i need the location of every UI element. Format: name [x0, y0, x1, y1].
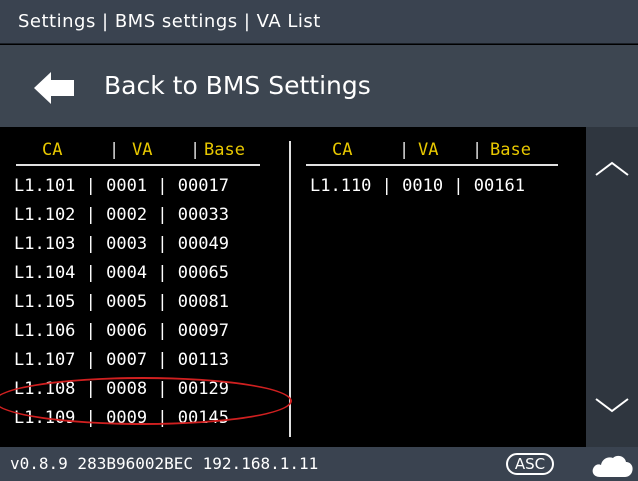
- header-underline: [16, 164, 260, 166]
- list-item[interactable]: L1.110 | 0010 | 00161: [310, 172, 525, 200]
- list-item[interactable]: L1.106 | 0006 | 00097: [14, 317, 229, 345]
- column-header-base: Base: [204, 140, 245, 160]
- list-item[interactable]: L1.109 | 0009 | 00145: [14, 404, 229, 432]
- device-info: v0.8.9 283B96002BEC 192.168.1.11: [10, 454, 319, 473]
- column-header-va: VA: [418, 140, 439, 160]
- status-bar: v0.8.9 283B96002BEC 192.168.1.11 ASC: [0, 447, 638, 481]
- column-divider: [289, 141, 291, 437]
- column-separator: |: [190, 140, 201, 160]
- column-separator: |: [109, 140, 120, 160]
- cloud-icon: [592, 455, 633, 477]
- column-header-va: VA: [132, 140, 153, 160]
- arrow-left-icon: [34, 72, 74, 104]
- back-button-label: Back to BMS Settings: [104, 71, 371, 100]
- breadcrumb-text: Settings | BMS settings | VA List: [18, 11, 321, 32]
- list-item[interactable]: L1.101 | 0001 | 00017: [14, 172, 229, 200]
- column-header-base: Base: [490, 140, 531, 160]
- va-list-screen: Settings | BMS settings | VA List Back t…: [0, 0, 638, 481]
- column-separator: |: [472, 140, 483, 160]
- scrollbar[interactable]: [586, 127, 638, 447]
- column-header-ca: CA: [42, 140, 63, 160]
- list-item[interactable]: L1.105 | 0005 | 00081: [14, 288, 229, 316]
- header-underline: [306, 164, 558, 166]
- va-list: CA | VA | Base L1.101 | 0001 | 00017 L1.…: [0, 127, 586, 447]
- list-item[interactable]: L1.103 | 0003 | 00049: [14, 230, 229, 258]
- sort-order-badge[interactable]: ASC: [506, 453, 554, 475]
- list-item[interactable]: L1.108 | 0008 | 00129: [14, 375, 229, 403]
- list-item-selected[interactable]: L1.104 | 0004 | 00065: [14, 259, 229, 287]
- breadcrumb: Settings | BMS settings | VA List: [0, 0, 638, 44]
- chevron-down-icon[interactable]: [586, 377, 638, 437]
- back-to-bms-settings-button[interactable]: Back to BMS Settings: [0, 45, 638, 127]
- column-header-ca: CA: [332, 140, 353, 160]
- chevron-up-icon[interactable]: [586, 137, 638, 197]
- list-item[interactable]: L1.107 | 0007 | 00113: [14, 346, 229, 374]
- list-item[interactable]: L1.102 | 0002 | 00033: [14, 201, 229, 229]
- column-separator: |: [399, 140, 410, 160]
